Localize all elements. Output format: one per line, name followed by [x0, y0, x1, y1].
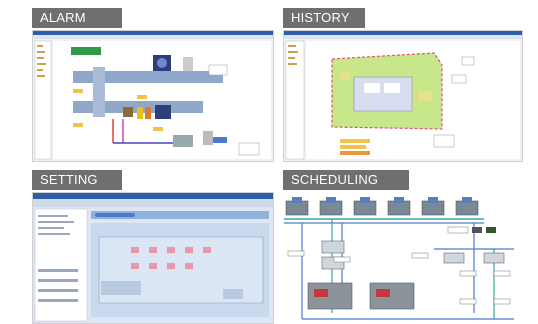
setting-label: SETTING — [32, 170, 122, 190]
scheduling-screenshot — [283, 192, 523, 324]
scheduling-label: SCHEDULING — [283, 170, 409, 190]
alarm-screenshot — [32, 30, 274, 162]
history-label: HISTORY — [283, 8, 365, 28]
history-panel[interactable]: HISTORY — [283, 8, 523, 162]
alarm-label: ALARM — [32, 8, 122, 28]
setting-screenshot — [32, 192, 274, 324]
alarm-panel[interactable]: ALARM — [32, 8, 274, 162]
scheduling-panel[interactable]: SCHEDULING — [283, 170, 523, 324]
setting-panel[interactable]: SETTING — [32, 170, 274, 324]
history-screenshot — [283, 30, 523, 162]
